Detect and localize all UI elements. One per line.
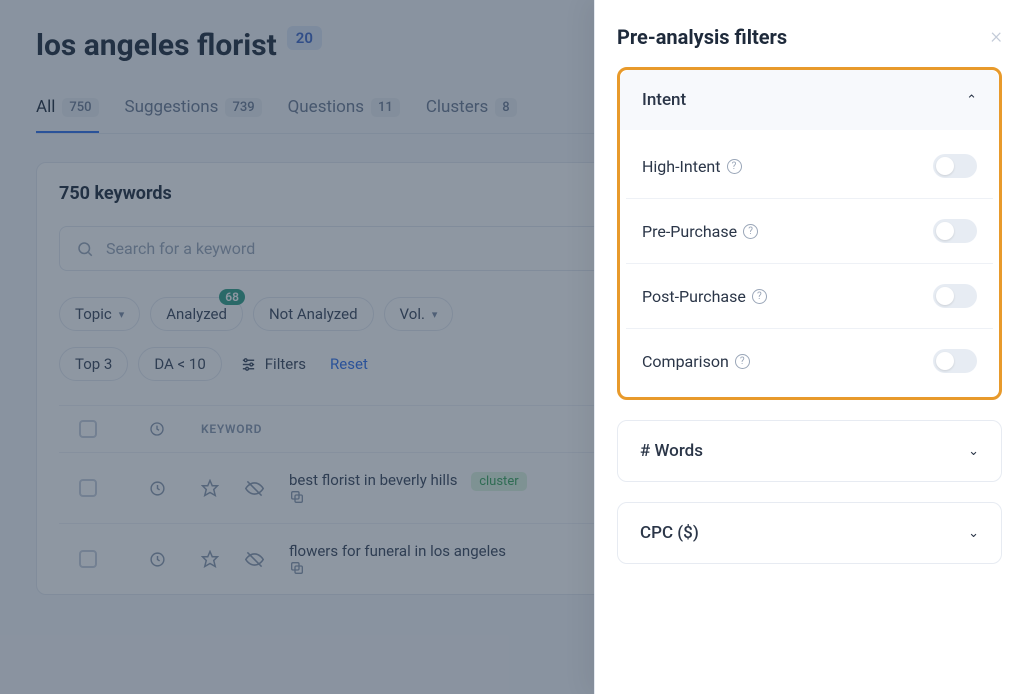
chip-label: Topic	[75, 305, 112, 323]
help-icon[interactable]: ?	[735, 354, 750, 369]
section-words: # Words ⌄	[617, 420, 1002, 482]
chip-analyzed[interactable]: Analyzed 68	[150, 297, 243, 331]
reset-link[interactable]: Reset	[324, 348, 374, 380]
search-placeholder: Search for a keyword	[106, 239, 255, 258]
switch-pre-purchase[interactable]	[933, 219, 977, 243]
chip-label: Analyzed	[166, 305, 227, 323]
chevron-down-icon: ▾	[432, 308, 438, 321]
keyword-column-header[interactable]: KEYWORD	[201, 422, 313, 436]
panel-title: Pre-analysis filters	[617, 25, 787, 49]
page-title: los angeles florist	[36, 28, 277, 63]
section-title: CPC ($)	[640, 523, 699, 543]
chip-volume[interactable]: Vol. ▾	[384, 297, 454, 331]
tab-count: 8	[495, 98, 516, 117]
filters-button[interactable]: Filters	[232, 348, 314, 380]
select-all-checkbox[interactable]	[79, 420, 97, 438]
copy-icon	[289, 489, 305, 505]
help-icon[interactable]: ?	[743, 224, 758, 239]
tab-suggestions[interactable]: Suggestions 739	[125, 87, 262, 133]
section-cpc-header[interactable]: CPC ($) ⌄	[618, 503, 1001, 563]
chip-label: Not Analyzed	[269, 305, 358, 323]
chip-label: Vol.	[400, 305, 425, 323]
chevron-down-icon: ⌄	[968, 526, 979, 541]
cluster-badge: cluster	[471, 472, 526, 491]
filters-label: Filters	[265, 355, 306, 373]
search-icon	[76, 240, 94, 258]
chip-da[interactable]: DA < 10	[138, 347, 221, 381]
chip-label: Top 3	[75, 355, 112, 373]
tab-questions[interactable]: Questions 11	[288, 87, 400, 133]
toggle-label-text: Comparison	[642, 352, 729, 371]
chip-not-analyzed[interactable]: Not Analyzed	[253, 297, 374, 331]
keyword-text: best florist in beverly hills	[289, 471, 457, 489]
clock-icon	[149, 551, 166, 568]
chip-topic[interactable]: Topic ▾	[59, 297, 140, 331]
filters-panel: Pre-analysis filters × Intent ⌃ High-Int…	[594, 0, 1024, 694]
chevron-down-icon: ⌄	[968, 444, 979, 459]
clock-icon	[149, 421, 165, 437]
chip-label: DA < 10	[154, 355, 205, 373]
star-icon[interactable]	[201, 550, 219, 568]
toggle-pre-purchase: Pre-Purchase ?	[626, 199, 993, 264]
eye-off-icon[interactable]	[245, 550, 264, 569]
chevron-up-icon: ⌃	[966, 93, 977, 108]
close-button[interactable]: ×	[990, 24, 1002, 49]
chip-badge: 68	[219, 289, 245, 305]
tab-count: 11	[371, 98, 400, 117]
switch-high-intent[interactable]	[933, 154, 977, 178]
keyword-text: flowers for funeral in los angeles	[289, 542, 506, 560]
toggle-label-text: Post-Purchase	[642, 287, 746, 306]
star-icon[interactable]	[201, 479, 219, 497]
toggle-comparison: Comparison ?	[626, 329, 993, 393]
title-badge: 20	[287, 26, 322, 50]
section-title: Intent	[642, 90, 686, 110]
clock-icon	[149, 480, 166, 497]
copy-icon	[289, 560, 305, 576]
tab-count: 739	[225, 98, 261, 117]
section-intent: Intent ⌃ High-Intent ? Pre-Purchase ?	[617, 67, 1002, 400]
toggle-post-purchase: Post-Purchase ?	[626, 264, 993, 329]
switch-post-purchase[interactable]	[933, 284, 977, 308]
eye-off-icon[interactable]	[245, 479, 264, 498]
chip-top3[interactable]: Top 3	[59, 347, 128, 381]
tab-clusters[interactable]: Clusters 8	[426, 87, 517, 133]
toggle-label-text: High-Intent	[642, 157, 721, 176]
help-icon[interactable]: ?	[727, 159, 742, 174]
section-cpc: CPC ($) ⌄	[617, 502, 1002, 564]
close-icon: ×	[990, 24, 1002, 49]
section-title: # Words	[640, 441, 703, 461]
row-checkbox[interactable]	[79, 479, 97, 497]
switch-comparison[interactable]	[933, 349, 977, 373]
chevron-down-icon: ▾	[119, 308, 125, 321]
sliders-icon	[240, 356, 257, 373]
tab-all[interactable]: All 750	[36, 87, 99, 133]
toggle-label-text: Pre-Purchase	[642, 222, 737, 241]
tab-label: Questions	[288, 97, 364, 117]
tab-label: All	[36, 97, 55, 117]
section-intent-header[interactable]: Intent ⌃	[620, 70, 999, 130]
tab-label: Suggestions	[125, 97, 219, 117]
tab-count: 750	[62, 98, 98, 117]
section-words-header[interactable]: # Words ⌄	[618, 421, 1001, 481]
help-icon[interactable]: ?	[752, 289, 767, 304]
row-checkbox[interactable]	[79, 550, 97, 568]
tab-label: Clusters	[426, 97, 488, 117]
toggle-high-intent: High-Intent ?	[626, 134, 993, 199]
